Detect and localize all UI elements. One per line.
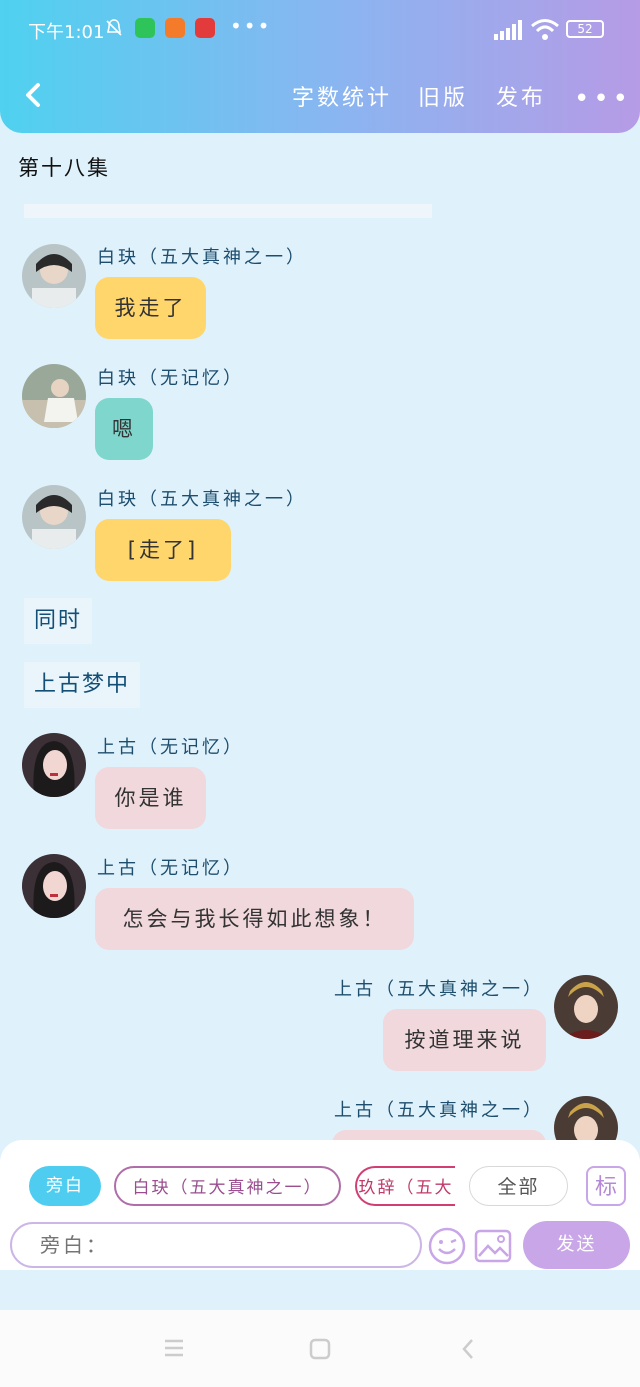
emoji-icon[interactable] <box>427 1226 467 1266</box>
signal-icon <box>494 20 522 40</box>
menu-icon[interactable] <box>163 1338 185 1358</box>
avatar[interactable] <box>22 364 86 428</box>
mark-button[interactable]: 标 <box>586 1166 626 1206</box>
wifi-icon <box>531 19 559 40</box>
speaker-name: 上古（无记忆） <box>97 858 244 879</box>
message-bubble[interactable]: [走了] <box>95 519 231 581</box>
publish-button[interactable]: 发布 <box>496 80 546 112</box>
avatar[interactable] <box>22 733 86 797</box>
status-more-dots: ••• <box>230 14 272 38</box>
message-input[interactable] <box>10 1222 422 1268</box>
speaker-name: 上古（无记忆） <box>97 737 244 758</box>
send-button[interactable]: 发送 <box>523 1221 630 1269</box>
home-icon[interactable] <box>309 1338 331 1360</box>
avatar[interactable] <box>22 854 86 918</box>
wechat-icon <box>135 18 155 38</box>
system-nav-bar <box>0 1310 640 1387</box>
avatar[interactable] <box>22 485 86 549</box>
speaker-name: 白玦（无记忆） <box>97 368 244 389</box>
image-icon[interactable] <box>473 1226 513 1266</box>
video-app-icon <box>195 18 215 38</box>
message-bubble[interactable]: 嗯 <box>95 398 153 460</box>
status-time: 下午1:01 <box>28 22 105 43</box>
role-chip-jiuci[interactable]: 玖辞（五大 <box>355 1166 455 1206</box>
bell-mute-icon <box>104 18 124 38</box>
message-bubble[interactable]: 怎会与我长得如此想象！ <box>95 888 414 950</box>
old-version-button[interactable]: 旧版 <box>418 80 468 112</box>
all-roles-button[interactable]: 全部 <box>469 1166 568 1206</box>
battery-icon: 52 <box>566 20 604 38</box>
avatar[interactable] <box>554 975 618 1039</box>
speaker-name: 白玦（五大真神之一） <box>97 247 307 268</box>
more-menu-button[interactable]: ••• <box>574 84 632 114</box>
message-bubble[interactable]: 你是谁 <box>95 767 206 829</box>
role-chip-baijue[interactable]: 白玦（五大真神之一） <box>114 1166 341 1206</box>
word-count-button[interactable]: 字数统计 <box>292 80 392 112</box>
back-icon[interactable] <box>20 80 48 110</box>
message-bubble[interactable]: 按道理来说 <box>383 1009 546 1071</box>
narration-text[interactable]: 上古梦中 <box>24 662 141 708</box>
speaker-name: 上古（五大真神之一） <box>334 1100 544 1121</box>
speaker-name: 白玦（五大真神之一） <box>97 489 307 510</box>
divider-bar <box>24 204 432 218</box>
narration-text[interactable]: 同时 <box>24 598 93 644</box>
app-header: 下午1:01 ••• 52 字数统计 旧版 发布 ••• <box>0 0 640 133</box>
battery-level: 52 <box>577 22 593 36</box>
taobao-icon <box>165 18 185 38</box>
nav-back-icon[interactable] <box>460 1337 476 1361</box>
status-bar: 下午1:01 ••• 52 <box>0 12 640 48</box>
avatar[interactable] <box>22 244 86 308</box>
episode-title: 第十八集 <box>18 156 110 180</box>
message-bubble[interactable]: 我走了 <box>95 277 206 339</box>
speaker-name: 上古（五大真神之一） <box>334 979 544 1000</box>
role-chip-narration[interactable]: 旁白 <box>29 1166 101 1206</box>
